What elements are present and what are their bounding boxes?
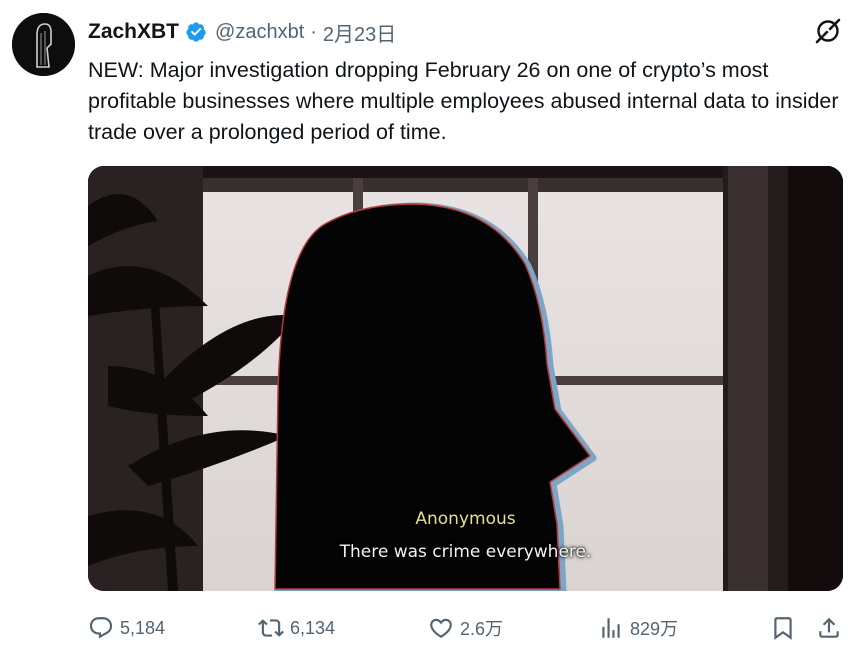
author-name[interactable]: ZachXBT (88, 20, 179, 44)
like-count: 2.6万 (460, 619, 504, 639)
repost-icon (258, 619, 284, 637)
views-count: 829万 (630, 619, 679, 639)
tweet-actions: 5,184 6,134 2.6万 829万 (88, 612, 848, 644)
tweet-date[interactable]: 2月23日 (323, 18, 396, 47)
video-caption-text: There was crime everywhere. (339, 542, 592, 562)
repost-count: 6,134 (290, 617, 336, 638)
reply-icon (89, 617, 113, 639)
author-handle[interactable]: @zachxbt (215, 21, 304, 44)
avatar-figure-icon (12, 13, 75, 76)
share-button[interactable] (816, 612, 848, 644)
bookmark-button[interactable] (770, 612, 802, 644)
avatar[interactable] (12, 13, 75, 76)
video-caption-label: Anonymous (415, 509, 516, 529)
repost-button[interactable]: 6,134 (258, 612, 335, 644)
tweet-media-image[interactable]: Anonymous There was crime everywhere. (88, 166, 843, 591)
heart-icon (430, 618, 452, 638)
share-icon (819, 617, 839, 638)
header-separator: · (310, 20, 317, 43)
bookmark-icon (774, 617, 792, 640)
verified-badge-icon[interactable] (185, 21, 207, 43)
reply-button[interactable]: 5,184 (88, 612, 165, 644)
tweet-header: ZachXBT @zachxbt · 2月23日 (88, 18, 396, 46)
like-button[interactable]: 2.6万 (428, 612, 503, 644)
grok-icon[interactable] (814, 17, 842, 45)
views-button[interactable]: 829万 (598, 612, 678, 644)
reply-count: 5,184 (120, 617, 166, 638)
tweet-text: NEW: Major investigation dropping Februa… (88, 58, 839, 144)
views-icon (602, 618, 620, 638)
